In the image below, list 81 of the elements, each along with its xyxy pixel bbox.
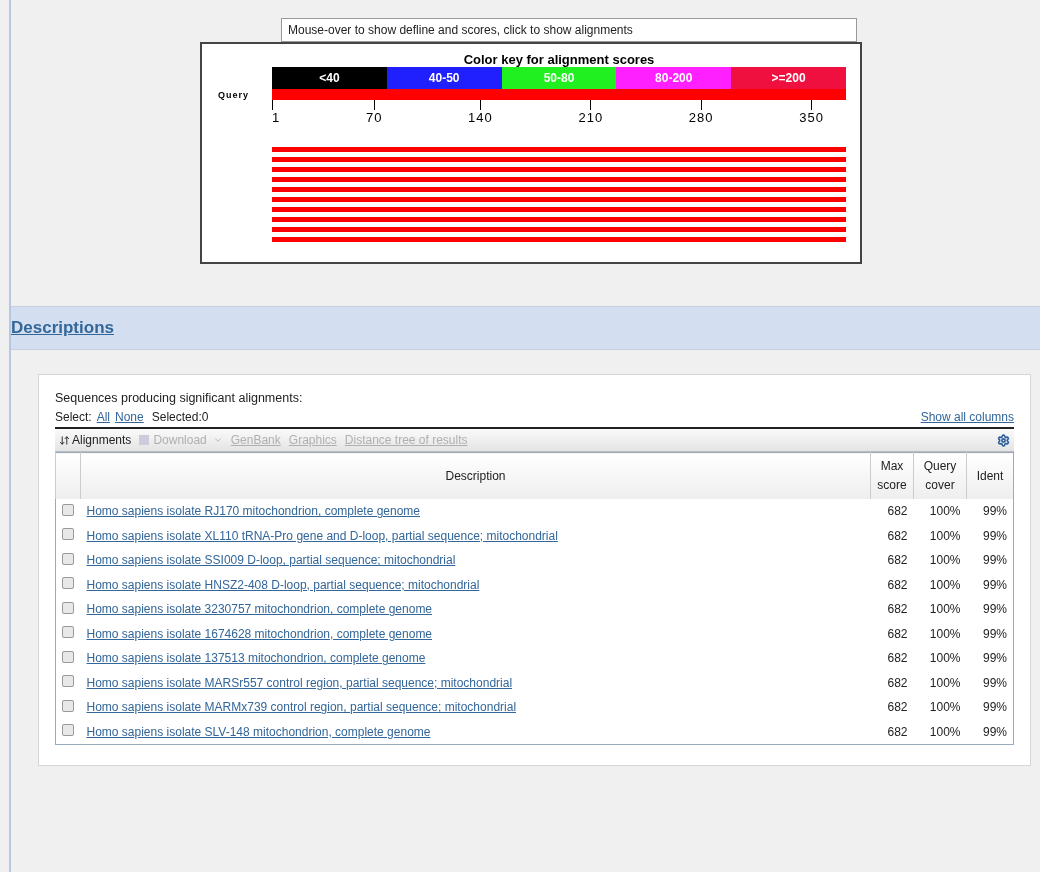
header-cell (55, 452, 81, 499)
table-cell: 99% (966, 548, 1014, 573)
description-link[interactable]: Homo sapiens isolate SSI009 D-loop, partial sequence; mitochondrial (86, 553, 456, 568)
row-checkbox[interactable] (62, 626, 74, 639)
table-cell-text: 100% (928, 674, 962, 692)
table-cell-text: 682 (886, 576, 909, 594)
description-link[interactable]: Homo sapiens isolate 137513 mitochondrion, complete genome (86, 651, 426, 666)
table-cell: 99% (966, 646, 1014, 671)
axis-tick-label: 70 (365, 110, 383, 125)
table-cell-text: 100% (928, 552, 962, 570)
row-checkbox[interactable] (62, 601, 74, 614)
axis-tick-label: 140 (468, 110, 493, 125)
select-label: Select: (55, 410, 92, 424)
row-checkbox[interactable] (62, 724, 74, 737)
toolbar-button[interactable]: Alignments (59, 433, 132, 447)
settings-icon[interactable] (997, 433, 1010, 447)
table-cell: 99% (966, 621, 1014, 646)
axis-tick-label: 210 (578, 110, 604, 125)
table-cell-text: 100% (928, 650, 962, 668)
description-link[interactable]: Homo sapiens isolate RJ170 mitochondrion, complete genome (86, 504, 420, 519)
axis-tick-label: 280 (688, 110, 714, 125)
query-label: Query (218, 89, 250, 100)
table-cell-text: 100% (928, 601, 962, 619)
table-cell: 682 (870, 719, 914, 745)
row-checkbox[interactable] (62, 528, 74, 541)
row-checkbox[interactable] (62, 650, 74, 663)
description-link[interactable]: Homo sapiens isolate 1674628 mitochondrion, complete genome (86, 626, 433, 641)
table-cell-text: 100% (928, 527, 962, 545)
table-cell: 99% (966, 572, 1014, 597)
color-key-segment: 50-80 (501, 67, 617, 89)
table-cell-text: 682 (886, 674, 909, 692)
description-link[interactable]: Homo sapiens isolate MARMx739 control region, partial sequence; mitochondrial (86, 700, 517, 715)
table-cell-text: 682 (886, 601, 909, 619)
description-link[interactable]: Homo sapiens isolate HNSZ2-408 D-loop, partial sequence; mitochondrial (86, 577, 480, 592)
table-cell: 100% (913, 719, 967, 745)
select-all-link[interactable]: All (96, 410, 111, 424)
table-cell: 99% (966, 695, 1014, 720)
color-key-segment: <40 (272, 67, 387, 89)
row-checkbox[interactable] (62, 503, 74, 516)
download-icon (139, 435, 150, 445)
table-cell: 99% (966, 597, 1014, 622)
table-cell: 99% (966, 499, 1014, 524)
description-link[interactable]: Homo sapiens isolate MARSr557 control region, partial sequence; mitochondrial (86, 675, 513, 690)
row-checkbox[interactable] (62, 552, 74, 565)
table-cell-text: 682 (886, 699, 909, 717)
description-link[interactable]: Homo sapiens isolate 3230757 mitochondrion, complete genome (86, 602, 433, 617)
column-header[interactable]: Max score (870, 452, 914, 499)
table-cell-text: 100% (928, 699, 962, 717)
hint-box: Mouse-over to show defline and scores, click to show alignments (281, 18, 857, 42)
caret-icon (212, 435, 223, 445)
key-title: Color key for alignment scores (462, 52, 656, 67)
row-checkbox[interactable] (62, 699, 74, 712)
sort-icon (59, 434, 70, 446)
table-cell-text: 682 (886, 527, 909, 545)
row-checkbox[interactable] (62, 675, 74, 688)
table-cell: 99% (966, 719, 1014, 745)
table-cell: 99% (966, 670, 1014, 695)
column-header[interactable]: Query cover (913, 452, 967, 499)
row-checkbox[interactable] (62, 577, 74, 590)
table-cell: 682 (870, 499, 914, 524)
column-header[interactable]: Description (80, 452, 871, 499)
select-none-link[interactable]: None (115, 410, 144, 424)
selected-count: Selected:0 (151, 410, 209, 424)
table-cell-text: 682 (886, 650, 909, 668)
column-header[interactable]: Ident (966, 452, 1014, 499)
section-title[interactable]: Descriptions (11, 318, 114, 338)
table-cell-text: 100% (928, 576, 962, 594)
axis-tick-label: 350 (799, 110, 824, 125)
table-cell: 99% (966, 523, 1014, 548)
table-cell-text: 682 (886, 552, 909, 570)
description-link[interactable]: Homo sapiens isolate XL110 tRNA-Pro gene and D-loop, partial sequence; mitochondrial (86, 528, 558, 543)
color-key-segment: 40-50 (386, 67, 502, 89)
description-link[interactable]: Homo sapiens isolate SLV-148 mitochondrion, complete genome (86, 724, 431, 739)
results-heading: Sequences producing significant alignments: (55, 391, 304, 405)
table-cell: 100% (913, 499, 967, 524)
table-cell-text: 682 (886, 625, 909, 643)
table-cell-text: 100% (928, 625, 962, 643)
color-key-segment: 80-200 (616, 67, 732, 89)
axis-tick-label: 1 (272, 110, 281, 125)
color-key-segment: >=200 (731, 67, 846, 89)
show-all-columns-link[interactable]: Show all columns (920, 410, 1014, 424)
